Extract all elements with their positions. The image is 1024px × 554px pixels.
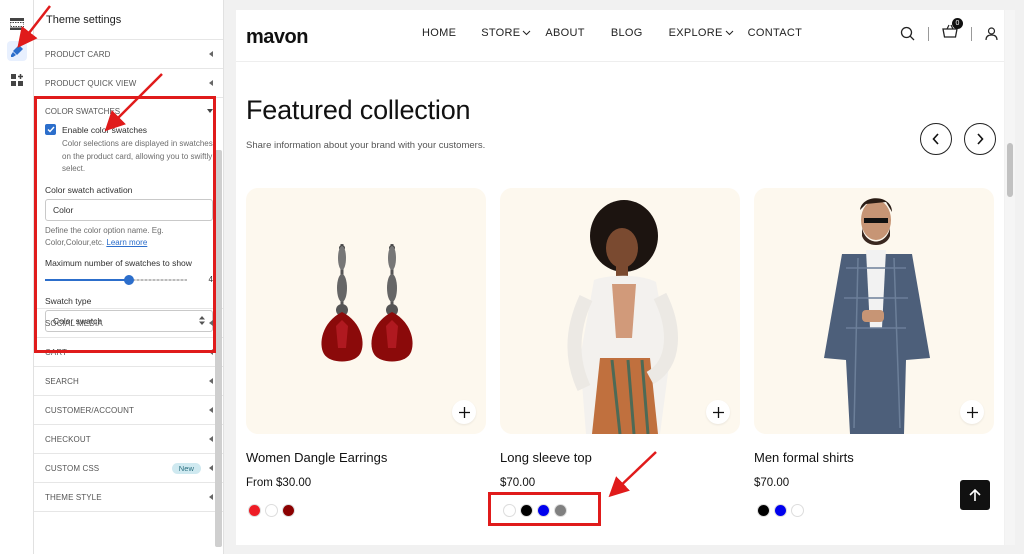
caret-left-icon [209,378,213,384]
main-menu: HOME STORE ABOUT BLOG EXPLORE CONTACT [422,27,802,39]
swatches-product-3 [757,504,804,517]
plus-icon [458,406,470,418]
quick-add-button[interactable] [452,400,476,424]
section-customer-account[interactable]: CUSTOMER/ACCOUNT [34,396,223,425]
collection-subheading: Share information about your brand with … [246,140,486,151]
store-preview: mavon HOME STORE ABOUT BLOG EXPLORE CONT… [236,10,1004,545]
caret-left-icon [209,494,213,500]
highlight-box-swatches [488,492,601,526]
section-theme-style[interactable]: THEME STYLE [34,483,223,512]
product-card-1[interactable] [246,188,486,434]
cart-count-badge: 0 [952,18,963,29]
color-swatch-2[interactable] [265,504,278,517]
store-header: mavon HOME STORE ABOUT BLOG EXPLORE CONT… [236,10,1004,62]
section-label: CUSTOM CSS [45,463,100,473]
menu-explore-label: EXPLORE [668,27,723,39]
product-price-1: From $30.00 [246,477,312,489]
chevron-left-icon [932,133,939,145]
product-price-2: $70.00 [500,477,536,489]
section-label: CUSTOMER/ACCOUNT [45,405,135,415]
sections-icon[interactable] [7,14,27,34]
color-swatch-1[interactable] [248,504,261,517]
product-card-2[interactable] [500,188,740,434]
caret-left-icon [209,436,213,442]
back-to-top-button[interactable] [960,480,990,510]
menu-store[interactable]: STORE [481,27,531,39]
section-label: THEME STYLE [45,492,102,502]
theme-editor: Theme settings PRODUCT CARD PRODUCT QUIC… [0,0,1024,554]
section-search[interactable]: SEARCH [34,367,223,396]
chevron-right-icon [977,133,984,145]
next-arrow-button[interactable] [964,123,996,155]
header-icons: 0 [900,18,998,43]
apps-icon[interactable] [7,70,27,90]
chevron-down-icon [725,30,734,36]
editor-sidebar-rail [0,0,34,554]
caret-left-icon [209,465,213,471]
highlight-box-settings [34,96,216,353]
menu-contact[interactable]: CONTACT [748,27,802,39]
section-product-card[interactable]: PRODUCT CARD [34,40,223,69]
section-label: CHECKOUT [45,434,91,444]
logo-text: mavon [246,26,308,48]
panel-scrollbar[interactable] [215,150,222,547]
account-icon[interactable] [985,26,998,41]
product-title-1[interactable]: Women Dangle Earrings [246,450,387,465]
earrings-image [321,244,413,362]
preview-scrollbar[interactable] [1005,10,1015,545]
caret-left-icon [209,51,213,57]
section-label: SEARCH [45,376,79,386]
divider [928,26,929,41]
product-title-2[interactable]: Long sleeve top [500,450,592,465]
swatches-product-1 [248,504,295,517]
section-label: PRODUCT CARD [45,49,111,59]
product-price-3: $70.00 [754,477,790,489]
quick-add-button[interactable] [960,400,984,424]
search-icon[interactable] [900,26,915,41]
preview-scrollbar-thumb[interactable] [1007,143,1013,197]
prev-arrow-button[interactable] [920,123,952,155]
arrow-up-icon [969,488,981,501]
product-title-3[interactable]: Men formal shirts [754,450,854,465]
section-checkout[interactable]: CHECKOUT [34,425,223,454]
section-product-quick-view[interactable]: PRODUCT QUICK VIEW [34,69,223,98]
menu-explore[interactable]: EXPLORE [669,27,734,39]
divider [971,26,972,41]
menu-blog[interactable]: BLOG [611,27,643,39]
color-swatch-3[interactable] [791,504,804,517]
store-logo[interactable]: mavon [246,26,308,49]
caret-left-icon [209,80,213,86]
theme-settings-brush-icon[interactable] [7,41,27,61]
menu-about[interactable]: ABOUT [545,27,584,39]
menu-store-label: STORE [481,27,521,39]
woman-model-image [567,200,678,434]
new-badge: New [171,462,201,474]
plus-icon [966,406,978,418]
caret-left-icon [209,407,213,413]
product-card-3[interactable] [754,188,994,434]
menu-home[interactable]: HOME [422,27,456,39]
color-swatch-3[interactable] [282,504,295,517]
panel-title: Theme settings [34,0,223,40]
plus-icon [712,406,724,418]
color-swatch-2[interactable] [774,504,787,517]
color-swatch-1[interactable] [757,504,770,517]
cart-icon[interactable]: 0 [942,18,963,43]
quick-add-button[interactable] [706,400,730,424]
section-label: PRODUCT QUICK VIEW [45,78,137,88]
man-model-image [824,198,930,434]
chevron-down-icon [523,30,531,36]
section-custom-css[interactable]: CUSTOM CSS New [34,454,223,483]
collection-heading: Featured collection [246,95,471,125]
